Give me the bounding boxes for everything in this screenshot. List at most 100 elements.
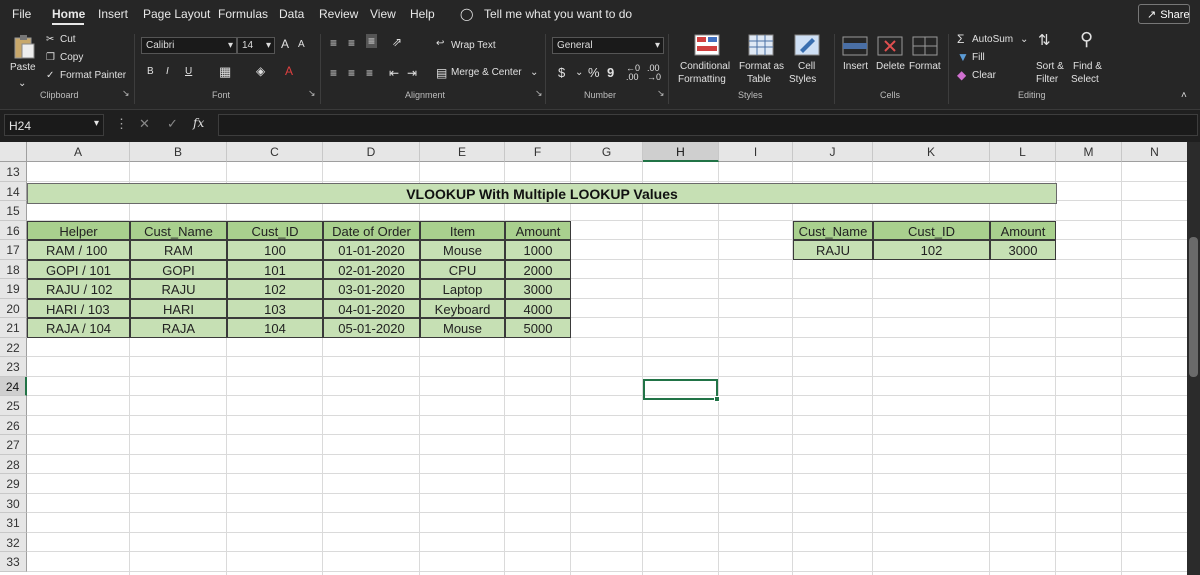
row-header-16[interactable]: 16 (0, 220, 27, 240)
column-header-f[interactable]: F (505, 142, 571, 162)
tab-formulas[interactable]: Formulas (218, 7, 268, 21)
column-header-n[interactable]: N (1122, 142, 1188, 162)
conditional-formatting-label-1[interactable]: Conditional (680, 61, 730, 72)
paste-dropdown-icon[interactable]: ⌄ (18, 78, 26, 89)
more-options-icon[interactable]: ⋮ (115, 116, 128, 132)
row-header-33[interactable]: 33 (0, 552, 27, 572)
tab-view[interactable]: View (370, 7, 396, 21)
row-header-14[interactable]: 14 (0, 181, 27, 201)
insert-cells-button[interactable]: Insert (843, 61, 868, 72)
column-header-e[interactable]: E (420, 142, 505, 162)
share-button[interactable]: ↗ Share (1138, 4, 1190, 24)
tab-data[interactable]: Data (279, 7, 304, 21)
font-launcher-icon[interactable]: ↘ (308, 88, 316, 99)
table-cell[interactable]: Laptop (420, 279, 505, 299)
row-header-32[interactable]: 32 (0, 532, 27, 552)
font-name-select[interactable]: Calibri ▾ (141, 37, 237, 54)
column-header-g[interactable]: G (571, 142, 643, 162)
table-header-cell[interactable]: Item (420, 220, 505, 240)
table-cell[interactable]: RAM / 100 (27, 240, 130, 260)
tab-insert[interactable]: Insert (98, 7, 128, 21)
table-cell[interactable]: 01-01-2020 (323, 240, 420, 260)
fill-color-icon[interactable]: ◈ (256, 64, 265, 78)
row-header-13[interactable]: 13 (0, 162, 27, 182)
sort-filter-label-1[interactable]: Sort & (1036, 61, 1064, 72)
row-header-21[interactable]: 21 (0, 318, 27, 338)
table-header-cell[interactable]: Date of Order (323, 220, 420, 240)
increase-indent-icon[interactable]: ⇥ (407, 66, 417, 80)
clipboard-launcher-icon[interactable]: ↘ (122, 88, 130, 99)
shrink-font-button[interactable]: A (298, 39, 305, 50)
top-align-icon[interactable]: ≡ (330, 36, 337, 50)
name-box[interactable]: H24 ▾ (4, 114, 104, 136)
font-size-select[interactable]: 14 ▾ (237, 37, 275, 54)
table-cell[interactable]: RAJU (130, 279, 227, 299)
table-cell[interactable]: GOPI / 101 (27, 259, 130, 279)
decrease-indent-icon[interactable]: ⇤ (389, 66, 399, 80)
chevron-down-icon[interactable]: ⌄ (1020, 34, 1028, 45)
table-cell[interactable]: CPU (420, 259, 505, 279)
bold-button[interactable]: B (147, 66, 154, 77)
find-select-label-1[interactable]: Find & (1073, 61, 1102, 72)
table-header-cell[interactable]: Amount (505, 220, 571, 240)
tab-home[interactable]: Home (52, 7, 85, 21)
row-header-31[interactable]: 31 (0, 513, 27, 533)
wrap-text-button[interactable]: Wrap Text (451, 40, 496, 51)
row-header-30[interactable]: 30 (0, 493, 27, 513)
row-header-27[interactable]: 27 (0, 435, 27, 455)
vertical-scrollbar[interactable] (1187, 142, 1200, 575)
borders-icon[interactable]: ▦ (219, 64, 231, 80)
cell-styles-label-1[interactable]: Cell (798, 61, 815, 72)
percent-button[interactable]: % (588, 65, 600, 80)
lookup-value-cell[interactable]: 3000 (990, 240, 1056, 260)
table-cell[interactable]: 03-01-2020 (323, 279, 420, 299)
clear-button[interactable]: Clear (972, 70, 996, 81)
row-header-19[interactable]: 19 (0, 279, 27, 299)
find-select-label-2[interactable]: Select (1071, 74, 1099, 85)
select-all-corner[interactable] (0, 142, 27, 162)
orientation-icon[interactable]: ⇗ (392, 35, 402, 49)
fill-button[interactable]: Fill (972, 52, 985, 63)
table-cell[interactable]: RAJU / 102 (27, 279, 130, 299)
table-header-cell[interactable]: Cust_ID (227, 220, 323, 240)
number-format-select[interactable]: General ▾ (552, 37, 664, 54)
format-as-table-label-2[interactable]: Table (747, 74, 771, 85)
cell-styles-label-2[interactable]: Styles (789, 74, 816, 85)
sheet-title[interactable]: VLOOKUP With Multiple LOOKUP Values (27, 183, 1057, 204)
merge-center-button[interactable]: Merge & Center (451, 67, 522, 78)
align-center-icon[interactable]: ≡ (348, 66, 355, 80)
grow-font-button[interactable]: A (281, 37, 289, 51)
table-cell[interactable]: 2000 (505, 259, 571, 279)
tell-me-search[interactable]: Tell me what you want to do (484, 7, 632, 21)
table-cell[interactable]: Keyboard (420, 298, 505, 318)
tab-help[interactable]: Help (410, 7, 435, 21)
tab-file[interactable]: File (12, 7, 31, 21)
row-header-28[interactable]: 28 (0, 454, 27, 474)
font-color-icon[interactable]: A (285, 64, 293, 78)
collapse-ribbon-icon[interactable]: ˄ (1181, 90, 1187, 101)
scrollbar-thumb[interactable] (1189, 237, 1198, 377)
column-header-m[interactable]: M (1056, 142, 1122, 162)
table-cell[interactable]: RAJA (130, 318, 227, 338)
table-cell[interactable]: HARI (130, 298, 227, 318)
chevron-down-icon[interactable]: ⌄ (530, 67, 538, 78)
table-cell[interactable]: 103 (227, 298, 323, 318)
middle-align-icon[interactable]: ≡ (348, 36, 355, 50)
enter-icon[interactable]: ✓ (167, 116, 178, 132)
column-header-i[interactable]: I (719, 142, 793, 162)
lookup-header-cell[interactable]: Cust_Name (793, 220, 873, 240)
table-cell[interactable]: 104 (227, 318, 323, 338)
insert-function-button[interactable]: fx (193, 116, 204, 130)
row-header-18[interactable]: 18 (0, 259, 27, 279)
table-cell[interactable]: GOPI (130, 259, 227, 279)
active-cell-selection[interactable] (643, 379, 720, 402)
format-as-table-label-1[interactable]: Format as (739, 61, 784, 72)
alignment-launcher-icon[interactable]: ↘ (535, 88, 543, 99)
number-launcher-icon[interactable]: ↘ (657, 88, 665, 99)
format-painter-button[interactable]: Format Painter (60, 70, 126, 81)
cancel-icon[interactable]: ✕ (139, 116, 150, 132)
table-header-cell[interactable]: Helper (27, 220, 130, 240)
table-cell[interactable]: RAJA / 104 (27, 318, 130, 338)
lookup-value-cell[interactable]: RAJU (793, 240, 873, 260)
table-cell[interactable]: 05-01-2020 (323, 318, 420, 338)
